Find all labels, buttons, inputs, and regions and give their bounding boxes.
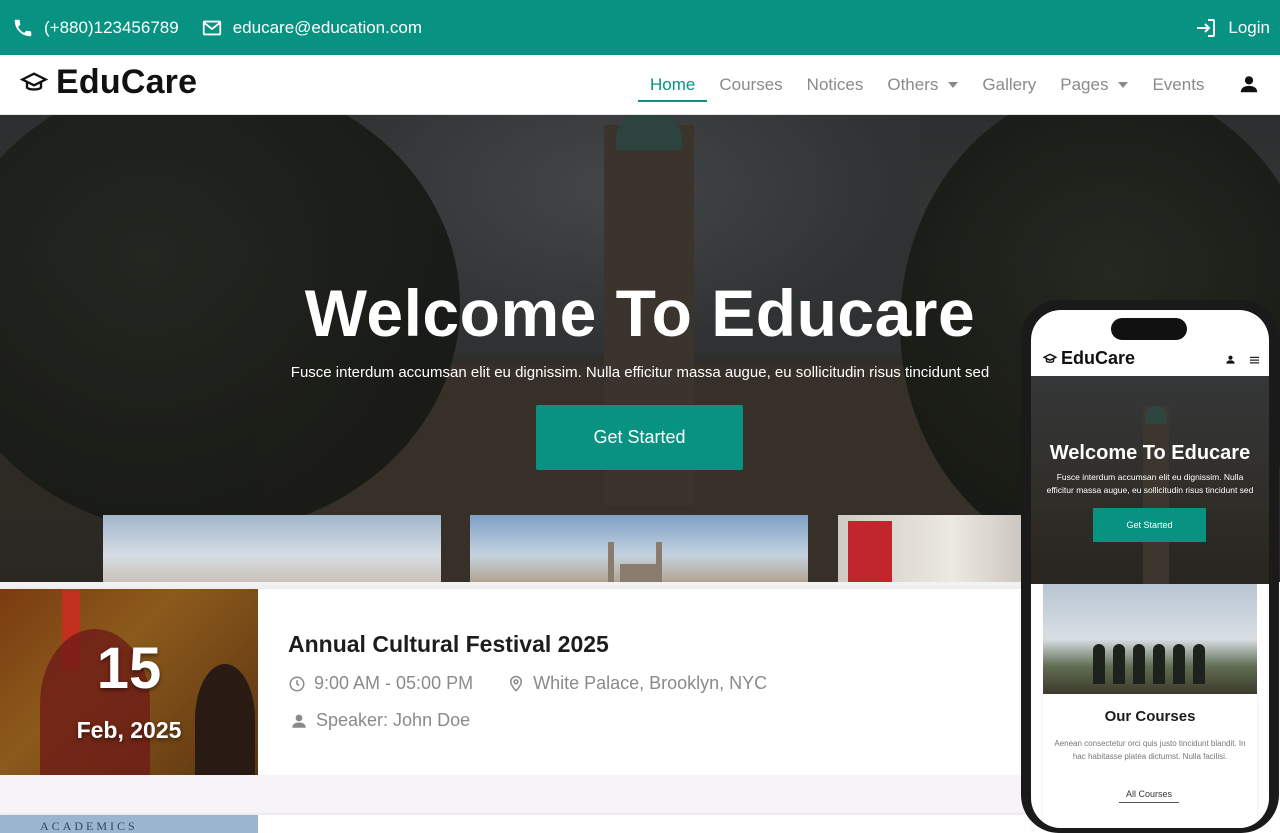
nav-pages[interactable]: Pages: [1060, 55, 1129, 115]
event-month-year: Feb, 2025: [76, 717, 182, 743]
event-speaker: Speaker: John Doe: [290, 710, 470, 731]
event-list-gap: [0, 775, 1030, 815]
main-navbar: EduCare Home Courses Notices Others Gall…: [0, 55, 1280, 115]
brand-name: EduCare: [56, 63, 198, 101]
phone-notch: [1111, 318, 1187, 340]
mobile-mockup: EduCare Welcome To Educare Fusce interdu…: [1021, 300, 1279, 833]
mobile-hero-title: Welcome To Educare: [1049, 442, 1251, 464]
nav-home[interactable]: Home: [637, 55, 708, 115]
nav-events-label: Events: [1152, 75, 1205, 94]
location-pin-icon: [510, 675, 523, 692]
mobile-screen: EduCare Welcome To Educare Fusce interdu…: [1031, 310, 1269, 828]
mobile-get-started-button[interactable]: Get Started: [1093, 508, 1206, 542]
graduation-cap-icon: [20, 71, 48, 91]
gallery-thumb-gallery[interactable]: [838, 515, 1028, 582]
event-location: White Palace, Brooklyn, NYC: [533, 673, 768, 693]
mobile-logo[interactable]: EduCare: [1043, 348, 1135, 369]
login-label: Login: [1228, 17, 1270, 37]
phone-number: (+880)123456789: [44, 17, 179, 37]
event-list-top: [0, 582, 1030, 589]
graduation-cap-icon: [1043, 353, 1057, 363]
thumb-banner: [848, 521, 892, 582]
event-speaker-name: Speaker: John Doe: [316, 710, 471, 730]
nav-events[interactable]: Events: [1152, 55, 1204, 115]
phone-icon: [14, 19, 32, 36]
gallery-thumb-campus[interactable]: [470, 515, 808, 582]
event-next-image-text: ACADEMICS: [40, 819, 138, 833]
email-address: educare@education.com: [232, 17, 422, 37]
login-link[interactable]: Login: [1194, 0, 1270, 55]
email-contact[interactable]: educare@education.com: [201, 17, 422, 39]
graduate-figure: [1133, 644, 1145, 684]
event-next-image: ACADEMICS: [0, 815, 258, 833]
mobile-graduation-image: [1043, 584, 1257, 694]
nav-pages-label: Pages: [1060, 75, 1109, 94]
thumb-building: [620, 564, 660, 582]
phone-contact[interactable]: (+880)123456789: [12, 17, 179, 39]
event-card[interactable]: 15 Feb, 2025 Annual Cultural Festival 20…: [0, 589, 1030, 775]
graduate-figure: [1173, 644, 1185, 684]
hamburger-menu-icon[interactable]: [1249, 355, 1260, 365]
event-time: 9:00 AM - 05:00 PM: [314, 673, 474, 693]
event-date-image: 15 Feb, 2025: [0, 589, 258, 775]
thumb-spire: [608, 542, 614, 582]
graduate-figure: [1193, 644, 1205, 684]
nav-courses-label: Courses: [719, 75, 783, 94]
nav-others[interactable]: Others: [887, 55, 959, 115]
mail-icon: [202, 20, 221, 35]
caret-down-icon: [948, 82, 959, 88]
login-icon: [1197, 18, 1216, 37]
nav-gallery-label: Gallery: [982, 75, 1037, 94]
nav-others-label: Others: [887, 75, 939, 94]
graduate-figure: [1093, 644, 1105, 684]
nav-home-label: Home: [650, 75, 696, 94]
nav-gallery[interactable]: Gallery: [982, 55, 1036, 115]
all-courses-link[interactable]: All Courses: [1119, 789, 1179, 803]
mobile-brand-name: EduCare: [1061, 348, 1136, 368]
nav-notices-label: Notices: [806, 75, 864, 94]
clock-icon: [289, 676, 305, 691]
event-meta: 9:00 AM - 05:00 PM White Palace, Brookly…: [288, 673, 767, 694]
nav-courses[interactable]: Courses: [719, 55, 782, 115]
top-bar: (+880)123456789 educare@education.com Lo…: [0, 0, 1280, 55]
user-icon[interactable]: [1238, 73, 1260, 95]
mobile-courses-title: Our Courses: [1104, 708, 1196, 725]
mobile-navbar: EduCare: [1031, 342, 1269, 376]
graduate-figure: [1153, 644, 1165, 684]
user-icon: [292, 714, 306, 728]
event-title[interactable]: Annual Cultural Festival 2025: [288, 631, 609, 658]
event-card-next[interactable]: ACADEMICS: [0, 815, 1030, 833]
nav-notices[interactable]: Notices: [807, 55, 864, 115]
mobile-courses-text: Aenean consectetur orci quis justo tinci…: [1054, 739, 1246, 761]
graduate-figure: [1113, 644, 1125, 684]
caret-down-icon: [1118, 82, 1129, 88]
user-icon[interactable]: [1225, 354, 1236, 365]
get-started-button[interactable]: Get Started: [536, 405, 743, 470]
mobile-courses-section: Our Courses Aenean consectetur orci quis…: [1043, 694, 1257, 828]
site-logo[interactable]: EduCare: [20, 63, 197, 102]
mobile-hero-subtitle: Fusce interdum accumsan elit eu dignissi…: [1046, 472, 1254, 495]
event-day: 15: [96, 636, 162, 701]
gallery-thumb-graduation[interactable]: [103, 515, 441, 582]
nav-links: Home Courses Notices Others Gallery Page…: [637, 55, 1228, 115]
mobile-hero: Welcome To Educare Fusce interdum accums…: [1031, 376, 1269, 584]
